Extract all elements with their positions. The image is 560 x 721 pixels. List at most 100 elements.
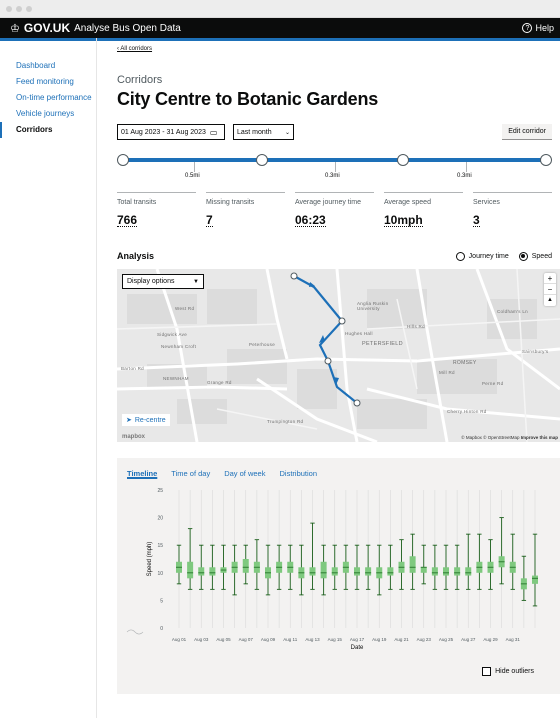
sidebar-item-corridors[interactable]: Corridors [0, 122, 96, 138]
box [420, 567, 427, 573]
crown-icon: ♔ [10, 22, 20, 35]
stat-label: Services [473, 199, 500, 206]
box [198, 567, 205, 576]
tab-time-of-day[interactable]: Time of day [171, 469, 210, 478]
radio-journey-time[interactable]: Journey time [455, 251, 509, 261]
mini-sparkline-icon [126, 629, 144, 635]
y-tick-label: 20 [157, 516, 163, 522]
x-tick-label: Aug 25 [439, 637, 454, 642]
display-options-select[interactable]: Display options ▼ [122, 274, 204, 289]
stat-label: Average speed [384, 199, 431, 206]
window-dot[interactable] [16, 5, 22, 12]
y-axis-label: Speed (mph) [147, 542, 153, 577]
box [209, 567, 216, 576]
map-label: Newnham Croft [161, 344, 197, 349]
help-icon: ? [522, 23, 533, 33]
analysis-heading: Analysis [117, 251, 155, 261]
box [187, 561, 194, 579]
y-tick-label: 5 [160, 598, 163, 604]
main-content: ‹ All corridors Corridors City Centre to… [97, 38, 560, 718]
box [454, 567, 461, 576]
compass-icon[interactable]: ▲ [544, 295, 556, 306]
zoom-out-button[interactable]: − [544, 284, 556, 295]
zoom-controls: + − ▲ [544, 273, 556, 306]
map-stop[interactable] [338, 317, 346, 325]
attribution-text[interactable]: © Mapbox © OpenStreetMap [461, 435, 519, 440]
tab-distribution[interactable]: Distribution [279, 469, 317, 478]
back-link-label: All corridors [120, 46, 153, 52]
period-select[interactable]: Last month ⌄ [233, 124, 294, 140]
box [431, 567, 438, 576]
box [365, 567, 372, 576]
y-tick-label: 0 [160, 626, 163, 632]
zoom-in-button[interactable]: + [544, 273, 556, 284]
map-label: Sidgwick Ave [157, 332, 188, 337]
caret-down-icon: ▼ [193, 278, 199, 285]
stat-average-journey-time: Average journey time 06:23 [295, 192, 374, 229]
stat-label: Missing transits [206, 199, 255, 206]
service-name[interactable]: Analyse Bus Open Data [74, 23, 181, 34]
map-label: Trumpington Rd [267, 419, 304, 424]
route-tick [466, 162, 467, 172]
box [242, 559, 249, 573]
stat-total-transits: Total transits 766 [117, 192, 196, 229]
radio-circle-selected[interactable] [518, 251, 528, 261]
sidebar-item-feed-monitoring[interactable]: Feed monitoring [0, 74, 96, 90]
x-axis-label: Date [351, 645, 364, 651]
period-select-value: Last month [237, 128, 272, 136]
map-label: Hughes Hall [345, 331, 373, 336]
y-tick-label: 10 [157, 571, 163, 577]
browser-chrome [0, 0, 560, 18]
stat-value: 766 [117, 213, 138, 227]
route-stop[interactable] [117, 154, 129, 166]
x-tick-label: Aug 21 [394, 637, 409, 642]
route-stop[interactable] [540, 154, 552, 166]
tab-day-of-week[interactable]: Day of week [224, 469, 265, 478]
map-stop[interactable] [290, 272, 298, 280]
sidebar-item-dashboard[interactable]: Dashboard [0, 58, 96, 74]
map-label: Coldham's Ln [497, 309, 528, 314]
route-diagram: 0.5mi 0.3mi 0.3mi [117, 148, 552, 182]
map-stop[interactable] [353, 399, 361, 407]
hide-outliers-checkbox[interactable]: Hide outliers [482, 667, 534, 676]
window-dot[interactable] [6, 5, 12, 12]
stat-average-speed: Average speed 10mph [384, 192, 463, 229]
route-stop[interactable] [256, 154, 268, 166]
date-range-input[interactable]: 01 Aug 2023 - 31 Aug 2023 ▭ [117, 124, 225, 140]
edit-corridor-button[interactable]: Edit corridor [502, 124, 552, 140]
chart-tabs: Timeline Time of day Day of week Distrib… [117, 458, 560, 478]
window-dot[interactable] [26, 5, 32, 12]
radio-speed[interactable]: Speed [518, 251, 552, 261]
sidebar-item-on-time-performance[interactable]: On-time performance [0, 90, 96, 106]
x-tick-label: Aug 07 [239, 637, 254, 642]
radio-circle[interactable] [455, 251, 465, 261]
mapbox-logo: mapbox [122, 434, 146, 440]
recentre-label: Re-centre [134, 416, 166, 424]
page-title: City Centre to Botanic Gardens [117, 89, 379, 109]
display-options-label: Display options [127, 278, 175, 285]
map-label: NEWNHAM [163, 376, 189, 381]
route-stop[interactable] [397, 154, 409, 166]
checkbox-box[interactable] [482, 667, 492, 676]
sidebar-item-vehicle-journeys[interactable]: Vehicle journeys [0, 106, 96, 122]
map-label: Barton Rd [121, 366, 144, 371]
recentre-button[interactable]: ➤ Re-centre [122, 414, 170, 426]
x-tick-label: Aug 03 [194, 637, 209, 642]
segment-distance: 0.3mi [325, 173, 340, 179]
help-link[interactable]: ? Help [522, 23, 554, 33]
box [443, 567, 449, 576]
date-range-value: 01 Aug 2023 - 31 Aug 2023 [121, 128, 206, 136]
tab-timeline[interactable]: Timeline [127, 469, 157, 478]
help-label: Help [535, 23, 554, 33]
map-stop[interactable] [324, 357, 332, 365]
govuk-logo[interactable]: GOV.UK [24, 21, 70, 35]
map-label: ROMSEY [453, 360, 477, 366]
corridor-map[interactable]: West Rd Sidgwick Ave Newnham Croft Peter… [117, 269, 560, 442]
segment-distance: 0.3mi [457, 173, 472, 179]
radio-label: Speed [531, 252, 552, 260]
improve-map-link[interactable]: Improve this map [521, 435, 558, 440]
filter-controls: 01 Aug 2023 - 31 Aug 2023 ▭ Last month ⌄… [117, 124, 560, 140]
back-link[interactable]: ‹ All corridors [117, 46, 560, 56]
chevron-down-icon: ⌄ [284, 129, 290, 136]
map-canvas[interactable] [117, 269, 560, 442]
